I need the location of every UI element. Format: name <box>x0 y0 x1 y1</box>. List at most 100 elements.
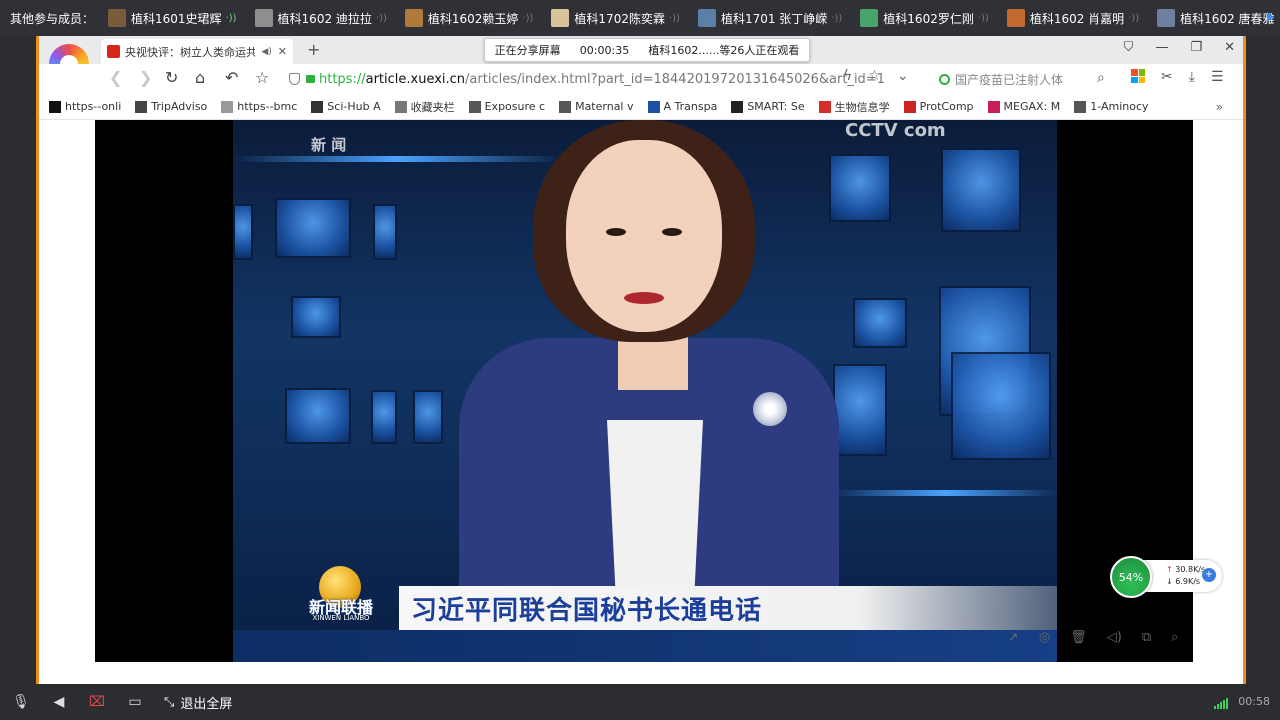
bookmark-icon <box>221 100 234 113</box>
back-button[interactable]: ❮ <box>109 68 122 87</box>
studio-monitor <box>275 198 351 258</box>
participant-list: 植科1601史珺辉 ·)) 植科1602 迪拉拉 ·)) 植科1602赖玉婷 ·)) 植科1… <box>108 9 1280 27</box>
bookmark-icon <box>987 100 1000 113</box>
exit-fullscreen-button[interactable]: ⤡ 退出全屏 <box>164 693 232 712</box>
studio-monitor <box>291 296 341 338</box>
bookmark-item[interactable]: 1-Aminocy <box>1074 100 1149 113</box>
speaker-icon[interactable]: ◀ <box>50 693 68 711</box>
participant-item[interactable]: 植科1602罗仁刚 ·)) <box>860 9 989 27</box>
home-button[interactable]: ⌂ <box>195 68 205 87</box>
participant-item[interactable]: 植科1601史珺辉 ·)) <box>108 9 237 27</box>
trash-icon[interactable]: 🗑 <box>1070 630 1087 645</box>
bookmark-item[interactable]: SMART: Se <box>731 100 805 113</box>
minimize-button[interactable]: — <box>1155 40 1168 55</box>
participant-item[interactable]: 植科1602 迪拉拉 ·)) <box>254 9 387 27</box>
bookmark-star-icon[interactable]: ☆ <box>255 68 269 87</box>
lower-band <box>233 630 1057 662</box>
bookmarks-more-button[interactable]: » <box>1216 100 1223 114</box>
close-window-button[interactable]: ✕ <box>1224 40 1235 55</box>
popout-icon[interactable]: ⧉ <box>1142 630 1151 645</box>
meeting-timer: 00:58 <box>1238 695 1270 708</box>
bookmark-item[interactable]: 生物信息学 <box>818 99 890 115</box>
participant-name: 植科1602赖玉婷 <box>427 11 519 26</box>
meeting-toolbar: 🎙 ◀ ⌧ ▭ ⤡ 退出全屏 <box>0 684 1280 720</box>
search-engine-icon <box>939 73 950 85</box>
volume-icon[interactable]: ◁) <box>1107 630 1122 645</box>
bookmark-icon <box>647 100 660 113</box>
speaking-indicator-icon: ·)) <box>375 12 387 24</box>
signal-strength-icon <box>1214 698 1228 709</box>
bookmark-label: 1-Aminocy <box>1090 100 1149 113</box>
screenshot-icon[interactable]: ◎ <box>1039 630 1050 645</box>
new-tab-button[interactable]: + <box>307 40 320 59</box>
favorite-icon[interactable]: ☆ <box>868 68 881 84</box>
search-input[interactable]: 国产疫苗已注射人体 <box>939 69 1117 89</box>
reload-button[interactable]: ↻ <box>165 68 178 87</box>
download-icon[interactable]: ⤓ <box>1189 69 1195 85</box>
bookmark-item[interactable]: https--bmc <box>221 100 297 113</box>
screen-share-icon[interactable]: ▭ <box>126 693 144 711</box>
bookmark-item[interactable]: Exposure c <box>468 100 546 113</box>
bookmark-label: MEGAX: M <box>1003 100 1061 113</box>
speaking-indicator-icon: ·)) <box>977 12 989 24</box>
address-bar[interactable]: https:// article.xuexi.cn /articles/inde… <box>289 68 911 90</box>
bookmark-icon <box>394 100 407 113</box>
rocket-icon[interactable]: ➚ <box>1008 630 1019 645</box>
participant-item[interactable]: 植科1602赖玉婷 ·)) <box>404 9 533 27</box>
lightning-icon[interactable]: ϟ <box>843 68 852 84</box>
search-video-icon[interactable]: ⌕ <box>1171 630 1178 645</box>
bookmark-item[interactable]: MEGAX: M <box>987 100 1061 113</box>
studio-light <box>833 490 1057 496</box>
audio-icon[interactable]: ◀) <box>261 47 271 57</box>
bookmark-item[interactable]: ProtComp <box>903 100 974 113</box>
bookmark-label: Maternal v <box>575 100 634 113</box>
participant-item[interactable]: 植科1702陈奕霖 ·)) <box>551 9 680 27</box>
anchor-lips <box>624 292 664 304</box>
bookmark-icon <box>311 100 324 113</box>
apps-grid-icon[interactable] <box>1131 69 1145 83</box>
add-icon[interactable]: + <box>1202 568 1216 582</box>
microphone-icon[interactable]: 🎙 <box>12 693 30 711</box>
bookmark-item[interactable]: https--onli <box>49 100 121 113</box>
search-placeholder: 国产疫苗已注射人体 <box>955 72 1064 87</box>
participant-item[interactable]: 植科1701 张丁峥嵘 ·)) <box>697 9 843 27</box>
bookmark-item[interactable]: Maternal v <box>559 100 634 113</box>
forward-button[interactable]: ❯ <box>139 68 152 87</box>
camera-off-icon[interactable]: ⌧ <box>88 693 106 711</box>
video-player[interactable]: 新 闻 CCTV com 新闻联播 XINWEN LIANBO 习近平同联合国秘… <box>95 120 1193 662</box>
restore-button[interactable]: ❐ <box>1190 40 1202 55</box>
network-widget[interactable]: 54% ↑ 30.8K/s ↓ 6.9K/s + <box>1110 556 1224 598</box>
anchor-eye <box>662 228 682 236</box>
shirt-icon[interactable]: ⛉ <box>1124 40 1134 55</box>
bookmark-item[interactable]: 收藏夹栏 <box>394 99 455 115</box>
avatar <box>1006 9 1025 27</box>
participant-item[interactable]: 植科1602 肖嘉明 ·)) <box>1006 9 1139 27</box>
chevron-down-icon[interactable]: ⌄ <box>897 68 909 84</box>
search-icon[interactable]: ⌕ <box>1097 70 1105 86</box>
exit-fullscreen-icon: ⤡ <box>164 694 175 710</box>
download-arrow-icon: ↓ <box>1166 577 1173 586</box>
bookmark-label: https--onli <box>65 100 122 113</box>
url-domain: article.xuexi.cn <box>365 71 466 87</box>
menu-icon[interactable]: ☰ <box>1211 69 1224 85</box>
tab-close-icon[interactable]: ✕ <box>278 45 287 58</box>
bookmarks-bar: https--onli TripAdviso https--bmc Sci-Hub A… <box>39 94 1243 120</box>
scissors-icon[interactable]: ✂ <box>1161 69 1173 85</box>
bookmark-icon <box>731 100 744 113</box>
bookmark-item[interactable]: Sci-Hub A <box>311 100 381 113</box>
bookmark-item[interactable]: A Transpa <box>647 100 717 113</box>
studio-monitor <box>371 390 397 444</box>
undo-close-button[interactable]: ↶ <box>225 68 238 87</box>
tab-active[interactable]: 央视快评：树立人类命运共 ◀) ✕ <box>101 39 293 64</box>
speaking-indicator-icon: ·)) <box>831 12 843 24</box>
participant-item[interactable]: 植科1602 唐春雅·)) <box>1157 9 1280 27</box>
bookmark-label: Exposure c <box>484 100 546 113</box>
participant-name: 植科1602 肖嘉明 <box>1029 11 1125 26</box>
upload-arrow-icon: ↑ <box>1166 565 1173 574</box>
screen-share-banner: 正在分享屏幕 00:00:35 植科1602......等26人正在观看 <box>484 38 810 62</box>
share-status: 正在分享屏幕 <box>494 44 561 57</box>
program-name-en: XINWEN LIANBO <box>312 614 370 622</box>
shield-icon[interactable] <box>289 73 300 85</box>
bookmark-item[interactable]: TripAdviso <box>135 100 207 113</box>
scroll-right-icon[interactable] <box>1267 12 1274 22</box>
